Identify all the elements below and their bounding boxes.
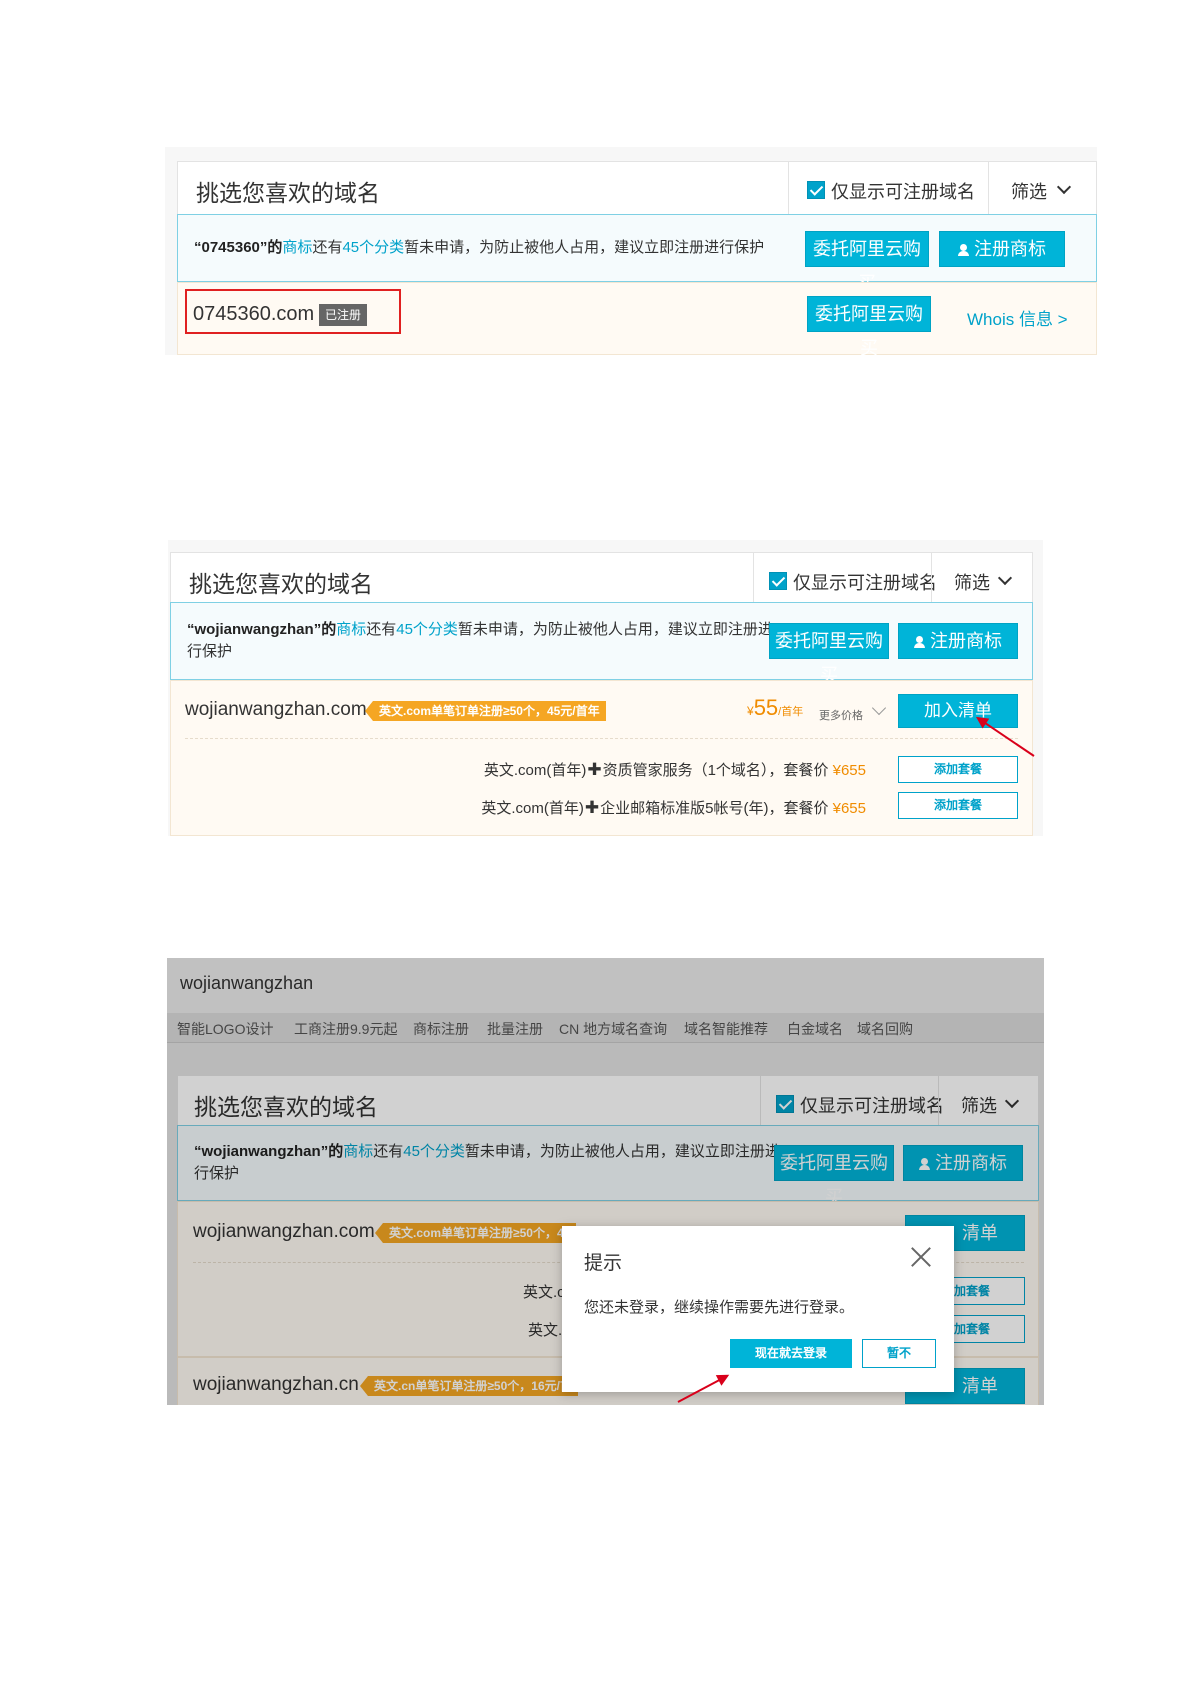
filter-dropdown[interactable]: 筛选 (938, 1076, 1038, 1129)
only-available-toggle[interactable]: 仅显示可注册域名 (760, 1076, 944, 1129)
checkbox-checked-icon[interactable] (776, 1095, 794, 1113)
trademark-notice: “0745360”的商标还有45个分类暂未申请，为防止被他人占用，建议立即注册进… (177, 214, 1097, 293)
only-available-label: 仅显示可注册域名 (800, 1096, 944, 1116)
search-input[interactable]: wojianwangzhan (180, 973, 313, 994)
checkbox-checked-icon[interactable] (807, 181, 825, 199)
domain-name: wojianwangzhan.cn (193, 1374, 359, 1395)
trademark-notice-text: “wojianwangzhan”的商标还有45个分类暂未申请，为防止被他人占用，… (194, 1143, 780, 1182)
keyword: 0745360 (201, 239, 260, 256)
add-package-button[interactable]: 添加套餐 (898, 756, 1018, 783)
quick-link[interactable]: 智能LOGO设计 (177, 1019, 273, 1039)
classes-link[interactable]: 45个分类 (403, 1143, 465, 1160)
package-offer: 英文.com(首年)✚企业邮箱标准版5帐号(年)，套餐价 ¥655 (481, 798, 866, 817)
register-trademark-label: 注册商标 (930, 631, 1002, 651)
entrust-buy-button[interactable]: 委托阿里云购买 (805, 231, 929, 293)
domain-result-panel-2: 挑选您喜欢的域名 仅显示可注册域名 筛选 “wojianwangzhan”的商标… (168, 540, 1043, 836)
login-now-button[interactable]: 现在就去登录 (730, 1339, 852, 1368)
more-prices-link[interactable]: 更多价格 (819, 707, 863, 723)
results-header: 挑选您喜欢的域名 仅显示可注册域名 筛选 (177, 161, 1097, 216)
promo-tag: 英文.cn单笔订单注册≥50个，16元/首 (360, 1376, 578, 1396)
register-trademark-button[interactable]: 注册商标 (898, 623, 1018, 659)
promo-tag: 英文.com单笔订单注册≥50个，45元/首年 (365, 701, 606, 721)
entrust-buy-button[interactable]: 委托阿里云购买 (769, 623, 889, 685)
add-package-button[interactable]: 添加套餐 (898, 792, 1018, 819)
plus-icon: ✚ (587, 760, 602, 779)
close-icon[interactable] (910, 1246, 932, 1268)
only-available-toggle[interactable]: 仅显示可注册域名 (788, 162, 978, 215)
whois-link[interactable]: Whois 信息 > (967, 305, 1068, 330)
classes-link[interactable]: 45个分类 (396, 621, 458, 638)
highlight-box (185, 289, 401, 334)
trademark-notice: “wojianwangzhan”的商标还有45个分类暂未申请，为防止被他人占用，… (170, 602, 1033, 685)
quick-link[interactable]: 商标注册 (413, 1019, 469, 1039)
package-offer: 英文.com(首年)✚资质管家服务（1个域名），套餐价 ¥655 (483, 760, 866, 779)
search-bar[interactable]: wojianwangzhan (167, 958, 1044, 1013)
quick-link[interactable]: 白金域名 (787, 1019, 843, 1039)
chevron-down-icon[interactable] (871, 700, 887, 716)
user-icon (919, 1158, 931, 1170)
dialog-message: 您还未登录，继续操作需要先进行登录。 (584, 1299, 855, 1316)
trademark-link[interactable]: 商标 (343, 1143, 373, 1160)
user-icon (958, 244, 970, 256)
entrust-buy-button[interactable]: 委托阿里云购买 (807, 296, 931, 355)
price: ¥55/首年 (747, 695, 804, 720)
quick-link[interactable]: CN 地方域名查询 (559, 1019, 667, 1039)
only-available-label: 仅显示可注册域名 (831, 182, 975, 202)
user-icon (914, 636, 926, 648)
trademark-link[interactable]: 商标 (282, 239, 312, 256)
results-header: 挑选您喜欢的域名 仅显示可注册域名 筛选 (170, 552, 1033, 607)
trademark-link[interactable]: 商标 (336, 621, 366, 638)
results-header: 挑选您喜欢的域名 仅显示可注册域名 筛选 (177, 1075, 1039, 1130)
domain-result-panel-3-login-prompt: wojianwangzhan 智能LOGO设计 工商注册9.9元起 商标注册 批… (167, 958, 1044, 1405)
quick-link[interactable]: 域名回购 (857, 1019, 913, 1039)
filter-dropdown[interactable]: 筛选 (988, 162, 1096, 215)
register-trademark-button[interactable]: 注册商标 (903, 1145, 1023, 1181)
promo-tag: 英文.com单笔订单注册≥50个，45 (374, 1223, 577, 1243)
only-available-label: 仅显示可注册域名 (793, 573, 937, 593)
dialog-title: 提示 (584, 1253, 623, 1274)
login-prompt-dialog: 提示 您还未登录，继续操作需要先进行登录。 现在就去登录 暂不 (562, 1226, 954, 1392)
register-trademark-button[interactable]: 注册商标 (939, 231, 1065, 267)
plus-icon: ✚ (584, 798, 600, 817)
domain-name: wojianwangzhan.com (185, 699, 367, 720)
filter-label: 筛选 (961, 1096, 997, 1116)
quick-link[interactable]: 批量注册 (487, 1019, 543, 1039)
trademark-notice-text: “0745360”的商标还有45个分类暂未申请，为防止被他人占用，建议立即注册进… (194, 239, 765, 256)
domain-result-panel-1: 挑选您喜欢的域名 仅显示可注册域名 筛选 “0745360”的商标还有45个分类… (165, 147, 1097, 355)
keyword: wojianwangzhan (194, 621, 314, 638)
only-available-toggle[interactable]: 仅显示可注册域名 (753, 553, 937, 606)
checkbox-checked-icon[interactable] (769, 572, 787, 590)
trademark-notice-text: “wojianwangzhan”的商标还有45个分类暂未申请，为防止被他人占用，… (187, 621, 773, 660)
entrust-buy-button[interactable]: 委托阿里云购买 (774, 1145, 894, 1207)
quick-link[interactable]: 工商注册9.9元起 (294, 1019, 397, 1039)
chevron-down-icon (997, 570, 1013, 586)
domain-name: wojianwangzhan.com (193, 1221, 375, 1242)
chevron-down-icon (1004, 1093, 1020, 1109)
filter-label: 筛选 (954, 573, 990, 593)
filter-dropdown[interactable]: 筛选 (931, 553, 1032, 606)
register-trademark-label: 注册商标 (935, 1153, 1007, 1173)
not-now-button[interactable]: 暂不 (862, 1339, 936, 1368)
trademark-notice: “wojianwangzhan”的商标还有45个分类暂未申请，为防止被他人占用，… (177, 1125, 1039, 1207)
add-to-list-button[interactable]: 加入清单 (898, 694, 1018, 728)
classes-link[interactable]: 45个分类 (342, 239, 404, 256)
results-header-title: 挑选您喜欢的域名 (194, 1094, 378, 1120)
package-offer: 英文.c (523, 1284, 565, 1301)
register-trademark-label: 注册商标 (974, 239, 1046, 259)
results-header-title: 挑选您喜欢的域名 (189, 571, 373, 597)
keyword: wojianwangzhan (201, 1143, 321, 1160)
chevron-down-icon (1056, 179, 1072, 195)
filter-label: 筛选 (1011, 182, 1047, 202)
quick-link[interactable]: 域名智能推荐 (684, 1019, 768, 1039)
quick-links: 智能LOGO设计 工商注册9.9元起 商标注册 批量注册 CN 地方域名查询 域… (167, 1013, 1044, 1043)
domain-row: wojianwangzhan.com 英文.com单笔订单注册≥50个，45元/… (170, 680, 1033, 836)
divider (185, 738, 1018, 739)
results-header-title: 挑选您喜欢的域名 (196, 180, 380, 206)
